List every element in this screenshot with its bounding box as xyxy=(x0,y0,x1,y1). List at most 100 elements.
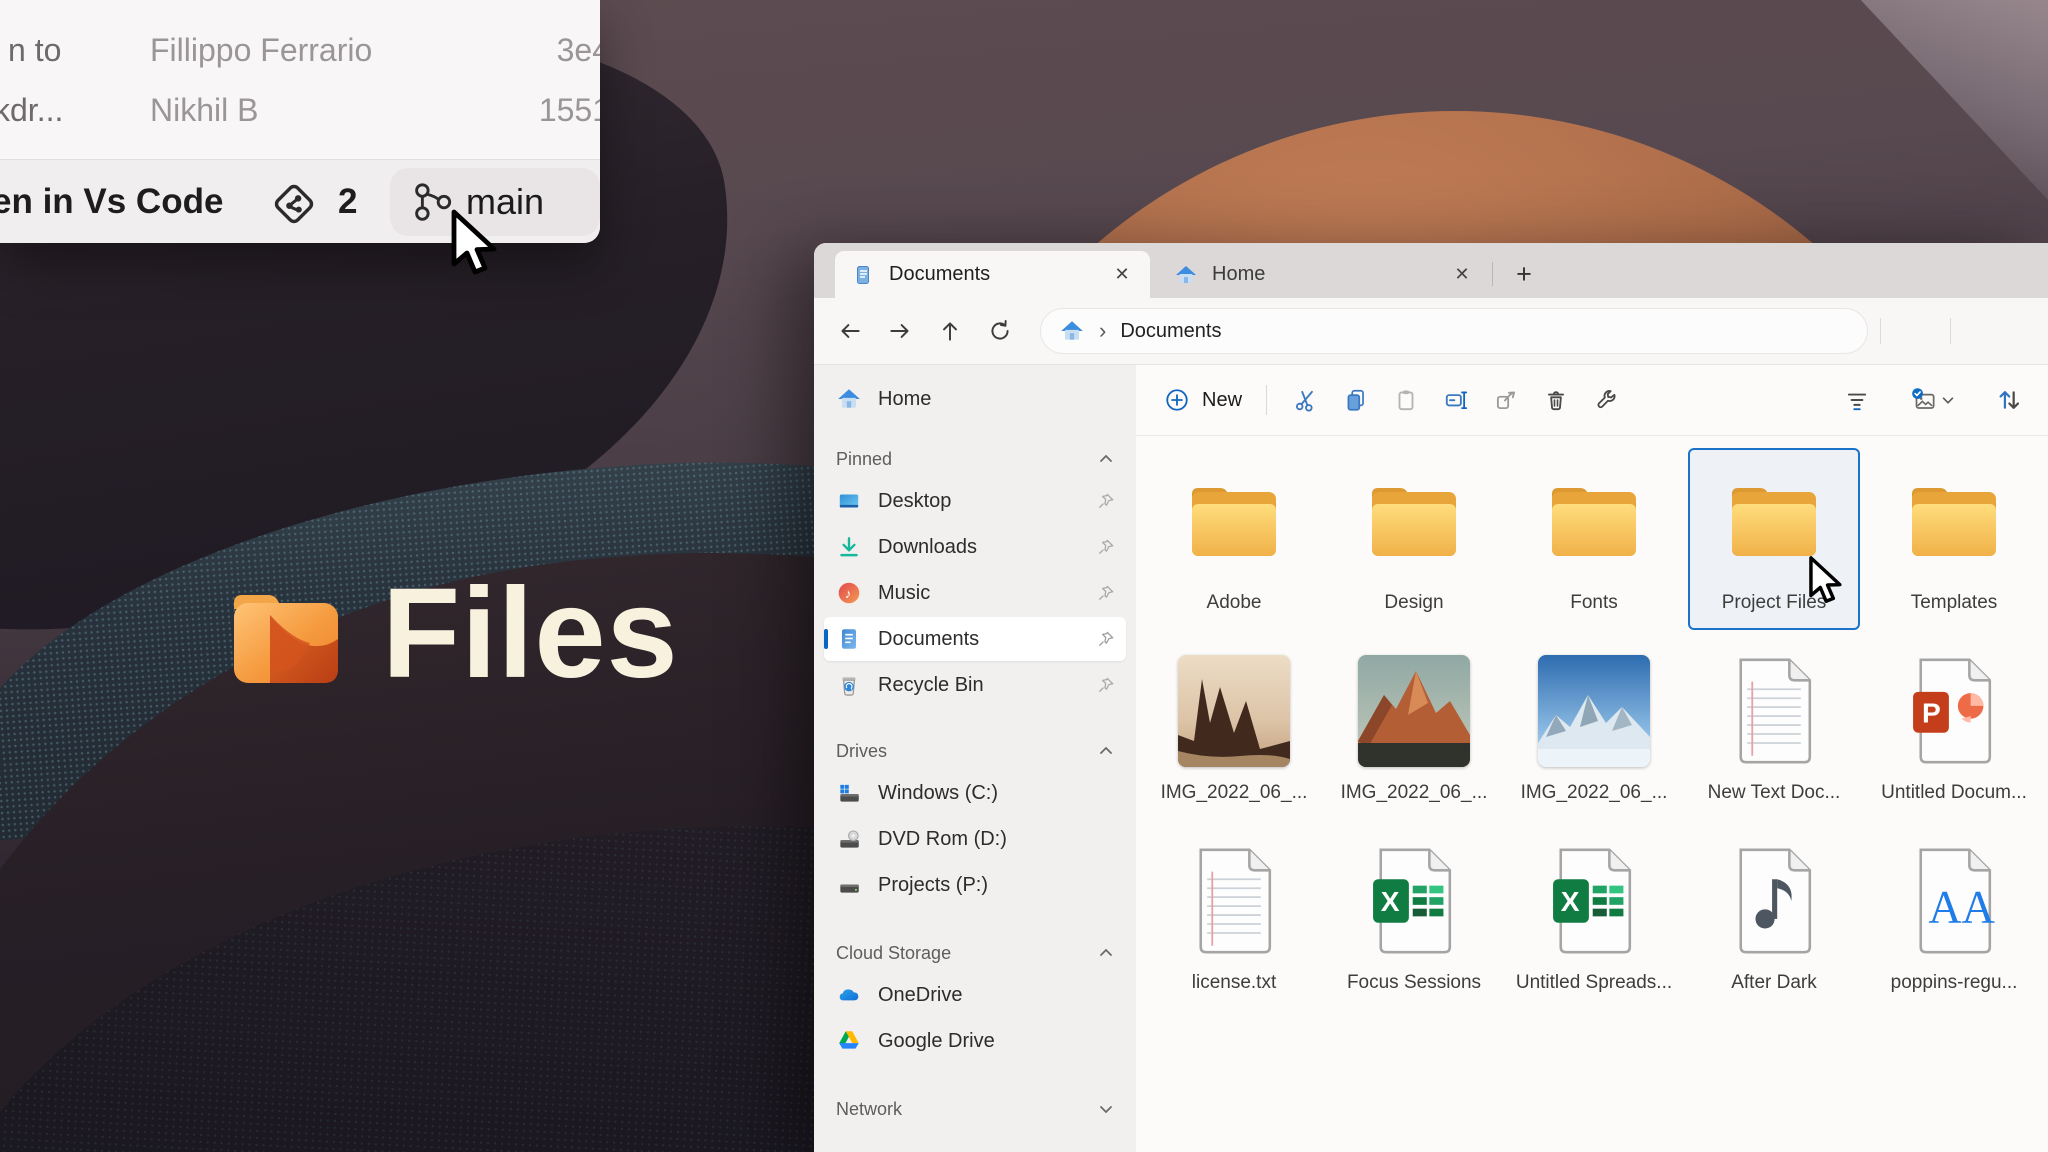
sidebar-item-music[interactable]: ♪ Music xyxy=(824,571,1126,615)
back-button[interactable] xyxy=(828,309,872,353)
new-tab-button[interactable]: + xyxy=(1504,256,1544,292)
view-controls xyxy=(1832,365,2034,435)
file-tile-powerpoint[interactable]: P Untitled Docum... xyxy=(1870,640,2038,818)
folder-tile-adobe[interactable]: Adobe xyxy=(1150,450,1318,628)
section-title: Pinned xyxy=(836,449,1096,470)
sidebar-item-onedrive[interactable]: OneDrive xyxy=(824,973,1126,1017)
refresh-button[interactable] xyxy=(978,309,1022,353)
home-icon xyxy=(836,386,862,412)
open-in-vscode-button[interactable]: en in Vs Code xyxy=(0,182,223,222)
pin-icon[interactable] xyxy=(1096,629,1116,649)
folder-tile-design[interactable]: Design xyxy=(1330,450,1498,628)
google-drive-icon xyxy=(836,1028,862,1054)
grid-row: IMG_2022_06_... xyxy=(1150,640,2048,818)
tab-bar: Documents ✕ Home ✕ + xyxy=(814,243,2048,298)
sidebar-section-drives[interactable]: Drives xyxy=(824,731,1126,771)
folder-tile-templates[interactable]: Templates xyxy=(1870,450,2038,628)
chevron-up-icon[interactable] xyxy=(1096,741,1116,761)
sidebar-section-pinned[interactable]: Pinned xyxy=(824,439,1126,479)
pin-icon[interactable] xyxy=(1096,675,1116,695)
properties-button[interactable] xyxy=(1583,378,1629,422)
sidebar-item-documents[interactable]: Documents xyxy=(824,617,1126,661)
section-title: Cloud Storage xyxy=(836,943,1096,964)
paste-button[interactable] xyxy=(1383,378,1429,422)
excel-icon: X xyxy=(1370,846,1458,956)
tab-documents[interactable]: Documents ✕ xyxy=(835,251,1150,298)
refresh-icon xyxy=(987,318,1013,344)
filter-button[interactable] xyxy=(1834,378,1880,422)
excel-letter: X xyxy=(1561,886,1580,917)
dvd-drive-icon xyxy=(836,826,862,852)
text-document-icon xyxy=(1190,846,1278,956)
sidebar-item-home[interactable]: Home xyxy=(824,377,1126,421)
folder-tile-project-files[interactable]: Project Files xyxy=(1690,450,1858,628)
branch-name-label: main xyxy=(466,181,544,223)
file-tile-excel[interactable]: X Focus Sessions xyxy=(1330,830,1498,1008)
sidebar-item-projects-p[interactable]: Projects (P:) xyxy=(824,863,1126,907)
folder-tile-fonts[interactable]: Fonts xyxy=(1510,450,1678,628)
sidebar-item-label: Windows (C:) xyxy=(878,782,1116,805)
file-tile-font[interactable]: AA poppins-regu... xyxy=(1870,830,2038,1008)
file-tile-excel[interactable]: X Untitled Spreads... xyxy=(1510,830,1678,1008)
filter-icon xyxy=(1844,387,1870,413)
music-icon: ♪ xyxy=(836,580,862,606)
chevron-down-icon[interactable] xyxy=(1096,1099,1116,1119)
file-name: Focus Sessions xyxy=(1347,972,1481,994)
tab-home[interactable]: Home ✕ xyxy=(1150,251,1490,298)
address-bar: › Documents xyxy=(814,298,2048,365)
breadcrumb[interactable]: › Documents xyxy=(1040,308,1868,354)
sidebar-section-network[interactable]: Network xyxy=(824,1089,1126,1129)
file-tile-license-txt[interactable]: license.txt xyxy=(1150,830,1318,1008)
sidebar-item-windows-c[interactable]: Windows (C:) xyxy=(824,771,1126,815)
section-title: Network xyxy=(836,1099,1096,1120)
sidebar-item-desktop[interactable]: Desktop xyxy=(824,479,1126,523)
chevron-up-icon[interactable] xyxy=(1096,943,1116,963)
sidebar-item-label: Desktop xyxy=(878,490,1096,513)
files-logo-icon xyxy=(228,585,344,683)
powerpoint-letter: P xyxy=(1922,698,1941,729)
grid-row: license.txt X xyxy=(1150,830,2048,1008)
paste-icon xyxy=(1393,387,1419,413)
view-layout-icon xyxy=(1909,385,1939,415)
file-tile-audio[interactable]: After Dark xyxy=(1690,830,1858,1008)
text-document-icon xyxy=(1730,656,1818,766)
arrow-left-icon xyxy=(837,318,863,344)
image-tile[interactable]: IMG_2022_06_... xyxy=(1330,640,1498,818)
address-separator xyxy=(1950,318,1951,344)
sidebar-item-recycle-bin[interactable]: Recycle Bin xyxy=(824,663,1126,707)
sidebar-section-cloud-storage[interactable]: Cloud Storage xyxy=(824,933,1126,973)
breadcrumb-location[interactable]: Documents xyxy=(1120,320,1221,343)
view-options-button[interactable] xyxy=(1898,378,1968,422)
image-tile[interactable]: IMG_2022_06_... xyxy=(1510,640,1678,818)
close-tab-icon[interactable]: ✕ xyxy=(1108,264,1136,285)
sort-button[interactable] xyxy=(1986,378,2032,422)
forward-button[interactable] xyxy=(878,309,922,353)
file-tile-text-document[interactable]: New Text Doc... xyxy=(1690,640,1858,818)
sidebar-item-google-drive[interactable]: Google Drive xyxy=(824,1019,1126,1063)
sidebar-item-downloads[interactable]: Downloads xyxy=(824,525,1126,569)
file-name: Adobe xyxy=(1207,592,1262,614)
close-tab-icon[interactable]: ✕ xyxy=(1448,264,1476,285)
delete-button[interactable] xyxy=(1533,378,1579,422)
pin-icon[interactable] xyxy=(1096,583,1116,603)
folder-icon xyxy=(1544,480,1644,562)
sidebar-item-dvd-d[interactable]: DVD Rom (D:) xyxy=(824,817,1126,861)
photo-thumbnail-snowy-mountains xyxy=(1538,655,1650,767)
overlay-row-left-text: kdr... xyxy=(0,92,63,129)
copy-button[interactable] xyxy=(1333,378,1379,422)
branch-selector-button[interactable]: main xyxy=(390,168,600,236)
pin-icon[interactable] xyxy=(1096,537,1116,557)
tab-separator xyxy=(1492,262,1493,286)
sidebar-item-label: Projects (P:) xyxy=(878,874,1116,897)
pin-icon[interactable] xyxy=(1096,491,1116,511)
sidebar-item-label: Downloads xyxy=(878,536,1096,559)
share-button[interactable] xyxy=(1483,378,1529,422)
up-button[interactable] xyxy=(928,309,972,353)
new-button[interactable]: New xyxy=(1154,379,1252,421)
chevron-up-icon[interactable] xyxy=(1096,449,1116,469)
image-tile[interactable]: IMG_2022_06_... xyxy=(1150,640,1318,818)
rename-button[interactable] xyxy=(1433,378,1479,422)
cut-button[interactable] xyxy=(1283,378,1329,422)
arrow-up-icon xyxy=(937,318,963,344)
file-name: Templates xyxy=(1911,592,1998,614)
